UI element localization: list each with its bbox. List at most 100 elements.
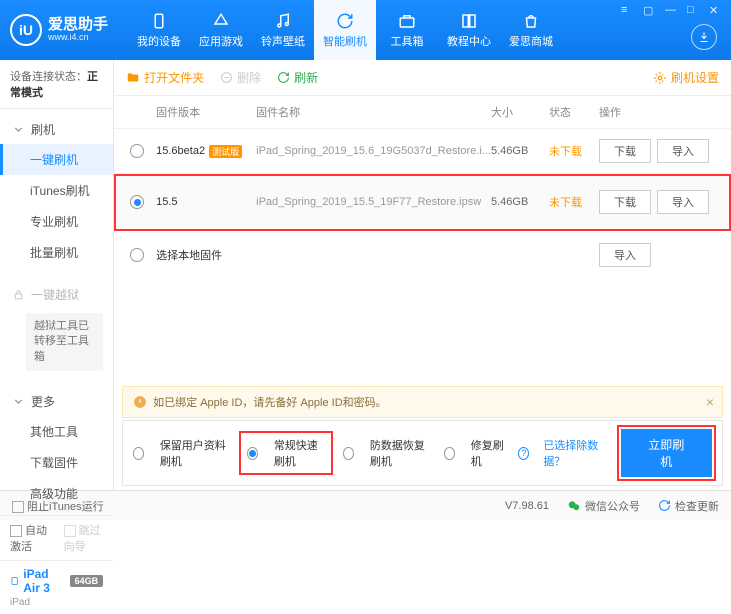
close-icon[interactable]: ✕ <box>709 4 725 18</box>
firmware-size: 5.46GB <box>491 145 549 157</box>
store-icon <box>522 12 540 30</box>
row-radio[interactable] <box>130 248 144 262</box>
toolbar: 打开文件夹 删除 刷新 刷机设置 <box>114 60 731 96</box>
check-update-button[interactable]: 检查更新 <box>658 498 719 514</box>
firmware-version: 15.6beta2 <box>156 145 205 157</box>
app-url: www.i4.cn <box>48 33 108 43</box>
music-icon <box>274 12 292 30</box>
nav-apps[interactable]: 应用游戏 <box>190 0 252 60</box>
gear-icon <box>653 71 667 85</box>
open-folder-button[interactable]: 打开文件夹 <box>126 69 204 86</box>
import-button[interactable]: 导入 <box>599 243 651 267</box>
refresh-button[interactable]: 刷新 <box>277 69 318 86</box>
firmware-filename: iPad_Spring_2019_15.6_19G5037d_Restore.i… <box>256 145 491 157</box>
chevron-down-icon <box>12 123 25 136</box>
table-header: 固件版本 固件名称 大小 状态 操作 <box>114 96 731 129</box>
sidebar-head-flash[interactable]: 刷机 <box>0 115 113 144</box>
opt-repair[interactable]: 修复刷机 <box>444 437 504 469</box>
device-type: iPad <box>10 597 103 608</box>
sidebar-item-pro[interactable]: 专业刷机 <box>0 206 113 237</box>
sidebar: 设备连接状态：正常模式 刷机 一键刷机 iTunes刷机 专业刷机 批量刷机 一… <box>0 60 114 490</box>
skip-guide-checkbox[interactable]: 跳过向导 <box>64 522 104 554</box>
exclude-link[interactable]: 已选择除数据？ <box>543 437 606 469</box>
version-label: V7.98.61 <box>505 500 549 512</box>
device-name: iPad Air 3 <box>23 567 65 595</box>
firmware-size: 5.46GB <box>491 196 549 208</box>
wechat-button[interactable]: 微信公众号 <box>567 498 640 514</box>
maximize-icon[interactable]: □ <box>687 4 703 18</box>
nav-device[interactable]: 我的设备 <box>128 0 190 60</box>
phone-icon <box>150 12 168 30</box>
sidebar-head-jailbreak[interactable]: 一键越狱 <box>0 280 113 309</box>
local-firmware-row[interactable]: 选择本地固件 导入 <box>114 231 731 279</box>
firmware-row-selected[interactable]: 15.5 iPad_Spring_2019_15.5_19F77_Restore… <box>114 174 731 231</box>
sidebar-item-other[interactable]: 其他工具 <box>0 416 113 447</box>
opt-normal[interactable]: 常规快速刷机 <box>247 437 325 469</box>
flash-settings-button[interactable]: 刷机设置 <box>653 69 719 86</box>
minimize-icon[interactable]: — <box>665 4 681 18</box>
apps-icon <box>212 12 230 30</box>
warning-bar: 如已绑定 Apple ID，请先备好 Apple ID和密码。 × <box>122 386 723 418</box>
delete-button: 删除 <box>220 69 261 86</box>
logo-icon: iU <box>10 14 42 46</box>
device-panel[interactable]: iPad Air 3 64GB iPad <box>0 560 113 614</box>
import-button[interactable]: 导入 <box>657 190 709 214</box>
nav-store[interactable]: 爱思商城 <box>500 0 562 60</box>
nav-toolbox[interactable]: 工具箱 <box>376 0 438 60</box>
tablet-icon <box>10 575 19 587</box>
row-radio[interactable] <box>130 144 144 158</box>
firmware-filename: iPad_Spring_2019_15.5_19F77_Restore.ipsw <box>256 196 491 208</box>
refresh-icon <box>336 12 354 30</box>
sidebar-head-more[interactable]: 更多 <box>0 387 113 416</box>
toolbox-icon <box>398 12 416 30</box>
jailbreak-note: 越狱工具已转移至工具箱 <box>26 313 103 371</box>
app-title: 爱思助手 <box>48 17 108 34</box>
folder-icon <box>126 71 140 85</box>
download-icon <box>698 31 710 43</box>
main-content: 打开文件夹 删除 刷新 刷机设置 固件版本 固件名称 大小 状态 操作 <box>114 60 731 490</box>
flash-options-bar: 保留用户资料刷机 常规快速刷机 防数据恢复刷机 修复刷机 ? 已选择除数据？ 立… <box>122 420 723 486</box>
sidebar-item-oneclick[interactable]: 一键刷机 <box>0 144 113 175</box>
warning-icon <box>133 395 147 409</box>
col-version: 固件版本 <box>156 104 256 120</box>
col-name: 固件名称 <box>256 104 491 120</box>
sidebar-item-itunes[interactable]: iTunes刷机 <box>0 175 113 206</box>
info-icon[interactable]: ? <box>518 447 529 460</box>
download-manager-button[interactable] <box>691 24 717 50</box>
firmware-version: 15.5 <box>156 196 177 208</box>
col-ops: 操作 <box>599 104 719 120</box>
opt-antirecover[interactable]: 防数据恢复刷机 <box>343 437 430 469</box>
storage-badge: 64GB <box>70 575 104 587</box>
start-flash-button[interactable]: 立即刷机 <box>621 429 712 477</box>
menu-icon[interactable]: ≡ <box>621 4 637 18</box>
download-button[interactable]: 下载 <box>599 139 651 163</box>
nav-ringtone[interactable]: 铃声壁纸 <box>252 0 314 60</box>
row-radio[interactable] <box>130 195 144 209</box>
wechat-icon <box>567 499 581 513</box>
firmware-row[interactable]: 15.6beta2测试版 iPad_Spring_2019_15.6_19G50… <box>114 129 731 174</box>
app-header: iU 爱思助手 www.i4.cn 我的设备 应用游戏 铃声壁纸 智能刷机 工具… <box>0 0 731 60</box>
skin-icon[interactable]: ▢ <box>643 4 659 18</box>
firmware-status: 未下载 <box>549 143 599 159</box>
local-firmware-label: 选择本地固件 <box>156 247 222 263</box>
download-button[interactable]: 下载 <box>599 190 651 214</box>
firmware-status: 未下载 <box>549 194 599 210</box>
col-size: 大小 <box>491 104 549 120</box>
sidebar-options: 自动激活 跳过向导 <box>0 515 113 560</box>
refresh-icon <box>277 71 290 84</box>
sidebar-item-batch[interactable]: 批量刷机 <box>0 237 113 268</box>
window-controls: ≡ ▢ — □ ✕ <box>621 4 725 18</box>
nav-tutorial[interactable]: 教程中心 <box>438 0 500 60</box>
nav-flash[interactable]: 智能刷机 <box>314 0 376 60</box>
import-button[interactable]: 导入 <box>657 139 709 163</box>
auto-activate-checkbox[interactable]: 自动激活 <box>10 522 50 554</box>
close-warning-button[interactable]: × <box>706 394 714 410</box>
sidebar-item-download[interactable]: 下载固件 <box>0 447 113 478</box>
block-itunes-checkbox[interactable]: 阻止iTunes运行 <box>12 498 104 514</box>
update-icon <box>658 499 671 512</box>
chevron-down-icon <box>12 395 25 408</box>
main-nav: 我的设备 应用游戏 铃声壁纸 智能刷机 工具箱 教程中心 爱思商城 <box>128 0 562 60</box>
opt-keepdata[interactable]: 保留用户资料刷机 <box>133 437 229 469</box>
book-icon <box>460 12 478 30</box>
lock-icon <box>12 288 25 301</box>
